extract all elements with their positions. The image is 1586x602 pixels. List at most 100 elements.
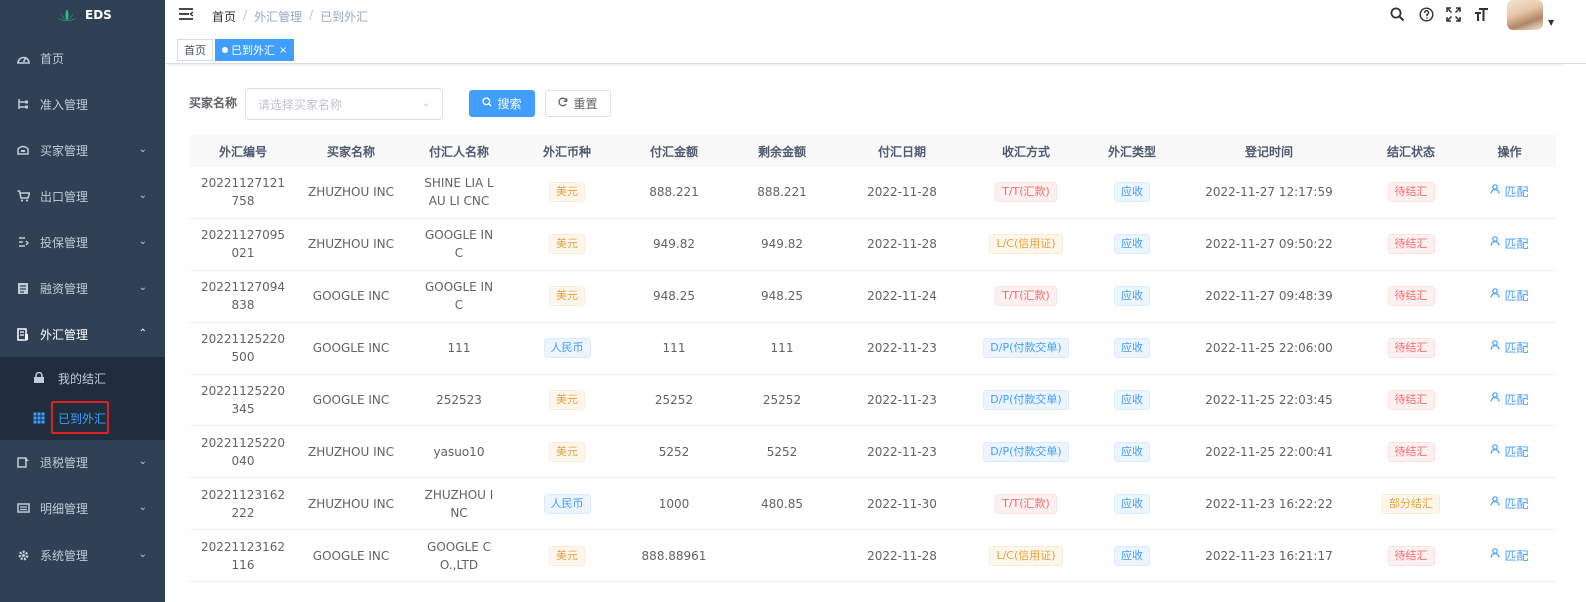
sidebar-item-insurance[interactable]: 投保管理 ⌄ [0,219,165,265]
cell-currency: 人民币 [513,323,621,374]
currency-badge: 人民币 [543,493,591,514]
cell-amount: 5252 [658,444,690,459]
cell-buyer: ZHUZHOU INC [308,185,394,200]
column-header: 收汇方式 [1001,144,1050,159]
column-header: 付汇日期 [877,144,926,159]
cell-date: 2022-11-23 [867,393,937,407]
buyer-name-label: 买家名称 [189,96,238,110]
cell-date: 2022-11-23 [867,341,937,356]
sidebar-item-system[interactable]: 系统管理 ⌄ [0,532,165,578]
sidebar-item-label: 明细管理 [40,501,89,516]
method-badge: L/C(信用证) [989,545,1063,566]
type-badge: 应收 [1114,234,1150,255]
cell-remain: 5252 [766,444,798,459]
cell-date: 2022-11-23 [867,444,937,459]
cell-method: D/P(付款交单) [967,375,1085,426]
cell-amount: 888.88961 [641,548,707,563]
match-button-label: 匹配 [1504,444,1529,459]
sidebar-item-label: 外汇管理 [40,327,89,342]
cell-type: 应收 [1085,219,1179,270]
cell-payer: GOOGLE INC [424,280,494,313]
cell-action: 匹配 [1463,375,1556,426]
cell-remain [727,530,837,581]
tag-label: 首页 [184,44,206,57]
cell-payer: ZHUZHOU INC [424,487,494,520]
table-icon [32,411,46,425]
sidebar-item-finance[interactable]: 融资管理 ⌄ [0,265,165,311]
match-button[interactable]: 匹配 [1490,443,1529,461]
sidebar-item-label: 我的结汇 [58,371,107,386]
cell-date: 2022-11-28 [867,237,937,252]
sidebar-item-access[interactable]: 准入管理 [0,81,165,127]
user-icon [1490,235,1501,253]
cell-method: T/T(汇款) [967,478,1085,529]
match-button[interactable]: 匹配 [1490,547,1529,565]
tag-arrived-forex[interactable]: 已到外汇 × [215,39,295,61]
method-badge: D/P(付款交单) [983,338,1069,359]
chevron-down-icon: ⌄ [138,456,147,467]
sidebar-item-label: 系统管理 [40,548,89,563]
chevron-up-icon: ⌃ [138,328,147,339]
avatar[interactable] [1507,0,1543,30]
help-icon[interactable] [1418,6,1434,22]
cell-currency: 美元 [513,167,621,218]
cell-method: D/P(付款交单) [967,323,1085,374]
select-placeholder: 请选择买家名称 [258,97,343,112]
sidebar-item-forex[interactable]: 外汇管理 ⌃ [0,311,165,357]
exchange-icon [16,327,30,341]
font-size-icon[interactable] [1473,6,1489,22]
user-icon [1490,547,1501,565]
sidebar-item-tax-refund[interactable]: 退税管理 ⌄ [0,439,165,485]
type-badge: 应收 [1114,286,1150,307]
tax-icon [16,455,30,469]
method-badge: T/T(汇款) [995,493,1057,514]
tag-home[interactable]: 首页 [177,39,213,61]
cell-currency: 美元 [513,219,621,270]
hamburger-icon[interactable] [178,7,194,21]
currency-badge: 美元 [549,441,585,462]
match-button[interactable]: 匹配 [1490,183,1529,201]
caret-down-icon[interactable]: ▼ [1548,18,1554,27]
forex-table: 外汇编号 买家名称 付汇人名称 外汇币种 付汇金额 剩余金额 付汇日期 收汇方式… [189,135,1556,583]
status-badge: 待结汇 [1387,545,1435,566]
search-button-label: 搜索 [497,97,522,111]
cell-payer: GOOGLE INC [424,228,494,261]
table-row: 20221127121758 ZHUZHOU INC SHINE LIA LAU L… [189,167,1556,219]
fullscreen-icon[interactable] [1445,6,1461,22]
column-header: 付汇金额 [649,144,698,159]
search-button[interactable]: 搜索 [469,90,535,117]
match-button[interactable]: 匹配 [1490,339,1529,357]
logo[interactable]: EDS [0,0,165,30]
status-badge: 待结汇 [1387,390,1435,410]
sidebar-item-label: 退税管理 [40,455,89,470]
column-header: 外汇编号 [218,144,267,159]
cell-buyer: ZHUZHOU INC [308,496,394,511]
cell-amount: 948.25 [653,289,695,304]
search-icon[interactable] [1389,6,1405,22]
sidebar-item-home[interactable]: 首页 [0,35,165,81]
cell-type: 应收 [1085,167,1179,218]
cell-method: D/P(付款交单) [967,426,1085,477]
breadcrumb-home[interactable]: 首页 [212,8,236,25]
match-button[interactable]: 匹配 [1490,287,1529,305]
sidebar-item-export[interactable]: 出口管理 ⌄ [0,173,165,219]
cell-amount: 111 [662,341,686,356]
cell-type: 应收 [1085,426,1179,477]
match-button[interactable]: 匹配 [1490,391,1529,409]
sidebar-item-buyer[interactable]: 买家管理 ⌄ [0,127,165,173]
cell-buyer: GOOGLE INC [312,341,390,356]
buyer-name-select[interactable]: 请选择买家名称 ⌄ [245,88,443,120]
match-button[interactable]: 匹配 [1490,235,1529,253]
user-icon [1490,495,1501,513]
sidebar-item-details[interactable]: 明细管理 ⌄ [0,485,165,531]
cell-time: 2022-11-23 16:21:17 [1205,548,1333,563]
sidebar-subitem-my-settlement[interactable]: 我的结汇 [0,358,165,398]
reset-button[interactable]: 重置 [545,90,611,117]
column-header: 结汇状态 [1386,144,1435,159]
match-button[interactable]: 匹配 [1490,495,1529,513]
type-badge: 应收 [1114,441,1150,462]
user-icon [1490,339,1501,357]
sidebar-item-label: 融资管理 [40,281,89,296]
close-icon[interactable]: × [279,45,287,56]
refresh-icon [558,97,568,110]
